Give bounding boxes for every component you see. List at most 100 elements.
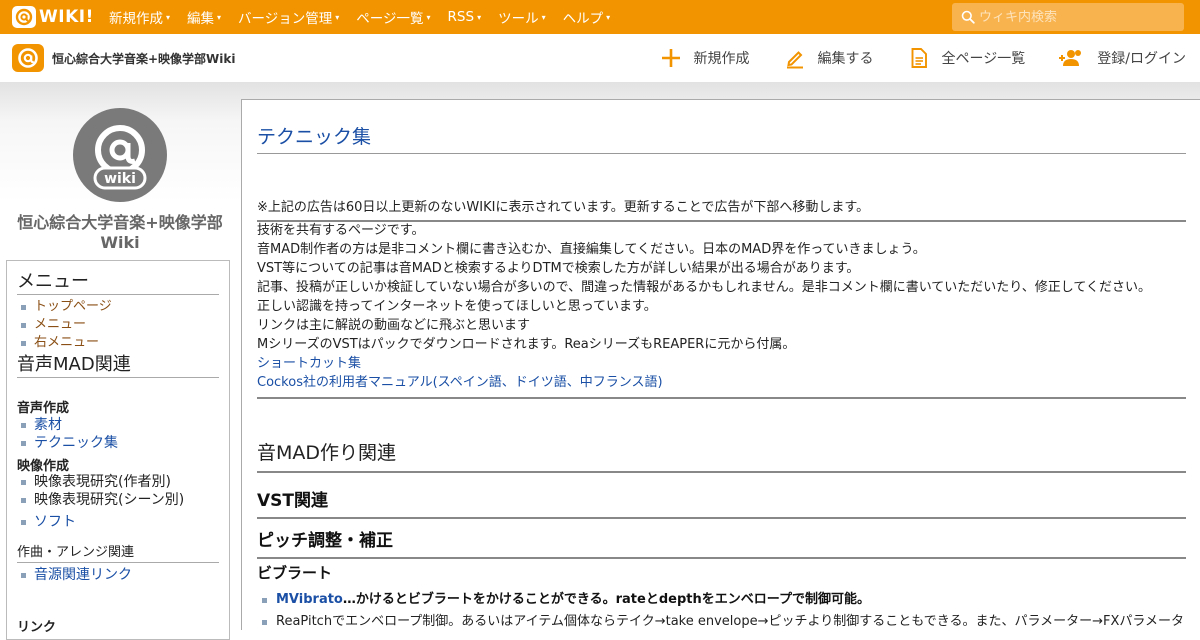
sub-heading-links: リンク — [17, 620, 57, 635]
new-page-label: 新規作成 — [693, 51, 750, 67]
plus-icon — [661, 49, 680, 67]
at-logo-icon — [12, 6, 36, 28]
new-page-button[interactable]: 新規作成 — [660, 47, 750, 69]
pencil-icon — [786, 51, 803, 69]
site-logo-icon[interactable] — [12, 44, 44, 72]
sidebar-link-materials[interactable]: 素材 — [34, 416, 62, 434]
chevron-down-icon: ▾ — [166, 12, 171, 22]
login-button[interactable]: 登録/ログイン — [1059, 47, 1186, 69]
cockos-manual-link[interactable]: Cockos社の利用者マニュアル(スペイン語、ドイツ語、中フランス語) — [257, 373, 1186, 392]
section-heading-vibrato: ビブラート — [257, 564, 333, 582]
site-header: 恒心綜合大学音楽+映像学部Wiki 新規作成 編集する 全ページ一覧 登録/ログ… — [0, 34, 1200, 82]
menu-tools[interactable]: ツール ▾ — [498, 7, 546, 27]
menu-edit[interactable]: 編集 ▾ — [187, 7, 221, 27]
text-line: VST等についての記事は音MADと検索するよりDTMで検索した方が詳しい結果が出… — [257, 261, 860, 276]
all-pages-label: 全ページ一覧 — [941, 51, 1026, 67]
all-pages-button[interactable]: 全ページ一覧 — [908, 47, 1026, 69]
sidebar-link-techniques[interactable]: テクニック集 — [34, 434, 118, 452]
ad-notice: ※上記の広告は60日以上更新のないWIKIに表示されています。更新することで広告… — [257, 196, 1186, 222]
intro-text: 技術を共有するページです。 音MAD制作者の方は是非コメント欄に書き込むか、直接… — [257, 221, 1186, 399]
list-item[interactable]: 右メニュー — [21, 334, 112, 352]
menu-heading: メニュー — [17, 271, 219, 295]
list-item: 映像表現研究(シーン別) — [21, 491, 184, 509]
chevron-down-icon: ▾ — [426, 12, 431, 22]
bullet-icon — [21, 497, 26, 503]
menu-links: トップページ メニュー 右メニュー — [21, 298, 112, 352]
edit-page-button[interactable]: 編集する — [784, 47, 874, 69]
list-item[interactable]: テクニック集 — [21, 434, 118, 452]
section-heading: 音声MAD関連 — [17, 354, 219, 378]
login-label: 登録/ログイン — [1097, 51, 1186, 67]
bullet-icon — [21, 304, 26, 310]
global-menu: 新規作成 ▾ 編集 ▾ バージョン管理 ▾ ページ一覧 ▾ RSS ▾ ツール ▾ ヘルプ ▾ — [109, 0, 627, 34]
sidebar-link-top[interactable]: トップページ — [34, 298, 112, 316]
svg-text:wiki: wiki — [104, 171, 136, 187]
search-input[interactable] — [979, 9, 1179, 25]
atwiki-logo[interactable]: WIKI! — [11, 5, 94, 29]
menu-version[interactable]: バージョン管理 ▾ — [238, 7, 339, 27]
sidebar-link-right-menu[interactable]: 右メニュー — [34, 334, 99, 352]
menu-help-label: ヘルプ — [562, 11, 604, 27]
sidebar-site-title: 恒心綜合大学音楽+映像学部Wiki — [17, 213, 223, 252]
chevron-down-icon: ▾ — [335, 12, 340, 22]
list-item-text: …かけるとビブラートをかけることができる。rateとdepthをエンベロープで制… — [342, 592, 870, 607]
sub-heading-compose: 作曲・アレンジ関連 — [17, 541, 219, 563]
user-add-icon — [1059, 50, 1082, 66]
mvibrato-link[interactable]: MVibrato — [276, 589, 343, 611]
list-item[interactable]: ソフト — [21, 513, 184, 531]
bullet-icon — [21, 519, 26, 525]
list-item[interactable]: 素材 — [21, 416, 118, 434]
menu-help[interactable]: ヘルプ ▾ — [563, 7, 611, 27]
bullet-icon — [21, 340, 26, 346]
search-box[interactable] — [952, 3, 1184, 31]
sidebar-link-menu[interactable]: メニュー — [34, 316, 86, 334]
menu-tools-label: ツール — [498, 11, 539, 27]
text-line: 技術を共有するページです。 — [257, 223, 425, 238]
menu-new[interactable]: 新規作成 ▾ — [109, 7, 170, 27]
menu-rss-label: RSS — [447, 9, 475, 25]
bullet-icon — [262, 597, 267, 603]
bullet-icon — [21, 572, 26, 578]
main-content: テクニック集 ※上記の広告は60日以上更新のないWIKIに表示されています。更新… — [241, 99, 1200, 630]
vibrato-list: MVibrato …かけるとビブラートをかけることができる。rateとdepthを… — [262, 589, 1200, 633]
logo-text: WIKI! — [39, 7, 94, 27]
search-icon — [961, 10, 975, 24]
menu-edit-label: 編集 — [187, 11, 215, 27]
page-title: テクニック集 — [257, 122, 1186, 154]
wiki-avatar-icon: wiki — [73, 108, 167, 202]
section-heading-pitch: ピッチ調整・補正 — [257, 526, 1186, 559]
page-actions: 新規作成 編集する 全ページ一覧 登録/ログイン — [626, 34, 1186, 82]
left-sidebar: wiki 恒心綜合大学音楽+映像学部Wiki メニュー トップページ メニュー … — [0, 100, 240, 640]
menu-version-label: バージョン管理 — [238, 11, 333, 27]
menu-rss[interactable]: RSS ▾ — [448, 9, 482, 25]
chevron-down-icon: ▾ — [477, 12, 482, 22]
list-item[interactable]: トップページ — [21, 298, 112, 316]
sidebar-link-sound-sources[interactable]: 音源関連リンク — [34, 566, 132, 584]
sidebar-link-software[interactable]: ソフト — [34, 513, 76, 531]
list-item: 映像表現研究(作者別) — [21, 473, 184, 491]
sidebar-item-by-author: 映像表現研究(作者別) — [34, 474, 171, 490]
bullet-icon — [262, 619, 267, 625]
chevron-down-icon: ▾ — [606, 12, 611, 22]
text-line: リンクは主に解説の動画などに飛ぶと思います — [257, 318, 531, 333]
chevron-down-icon: ▾ — [541, 12, 546, 22]
menu-page-list[interactable]: ページ一覧 ▾ — [356, 7, 430, 27]
bullet-icon — [21, 422, 26, 428]
video-items: 映像表現研究(作者別) 映像表現研究(シーン別) ソフト — [21, 473, 184, 531]
menu-new-label: 新規作成 — [109, 11, 163, 27]
bullet-icon — [21, 322, 26, 328]
bullet-icon — [21, 479, 26, 485]
text-line: 正しい認識を持ってインターネットを使ってほしいと思っています。 — [257, 299, 657, 314]
shortcut-link[interactable]: ショートカット集 — [257, 354, 1186, 373]
sub-heading-audio: 音声作成 — [17, 401, 70, 416]
chevron-down-icon: ▾ — [217, 12, 222, 22]
list-item[interactable]: メニュー — [21, 316, 112, 334]
site-name[interactable]: 恒心綜合大学音楽+映像学部Wiki — [52, 50, 236, 67]
document-icon — [911, 48, 927, 68]
list-item[interactable]: 音源関連リンク — [21, 566, 132, 584]
menu-page-list-label: ページ一覧 — [356, 11, 424, 27]
text-line: 記事、投稿が正しいか検証していない場合が多いので、間違った情報があるかもしれませ… — [257, 280, 1152, 295]
bullet-icon — [21, 440, 26, 446]
list-item: MVibrato …かけるとビブラートをかけることができる。rateとdepthを… — [262, 589, 1200, 611]
menu-box: メニュー トップページ メニュー 右メニュー 音声MAD関連 音声作成 素材 テ… — [6, 260, 230, 640]
